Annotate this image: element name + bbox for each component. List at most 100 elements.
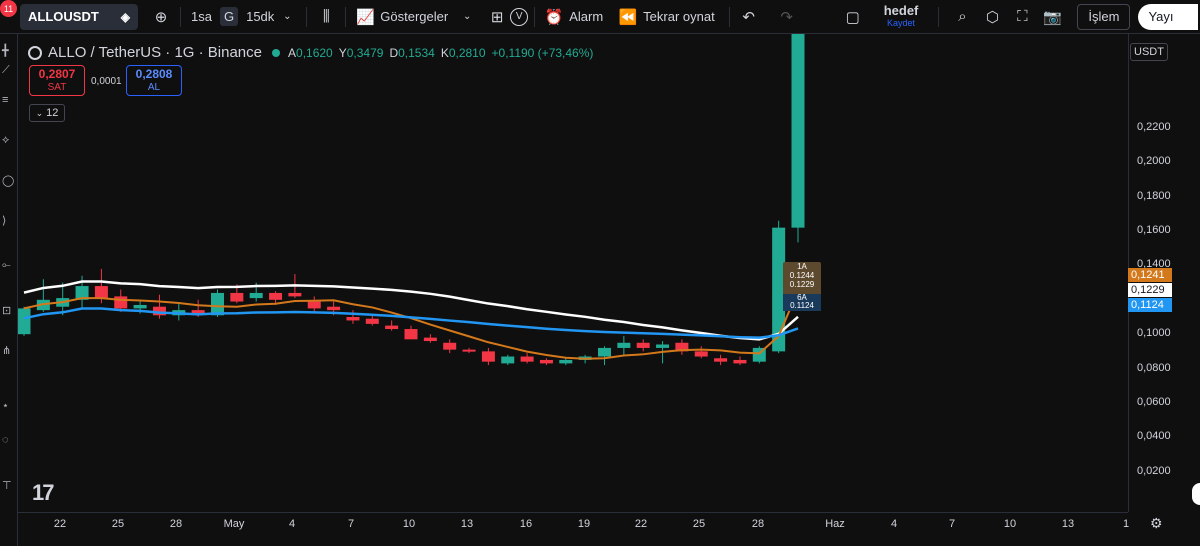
alarm-icon[interactable]: ⏰ xyxy=(541,4,567,30)
collapse-count: 12 xyxy=(46,107,59,119)
sell-button[interactable]: 0,2807 SAT xyxy=(29,65,85,96)
candle-body xyxy=(230,292,244,302)
camera-icon[interactable]: 📷 xyxy=(1039,4,1065,30)
indicators-icon[interactable]: 📈 xyxy=(352,4,378,30)
currency-selector[interactable]: USDT xyxy=(1130,43,1168,61)
tradingview-logo[interactable]: 17 xyxy=(32,480,55,506)
v-icon[interactable]: V xyxy=(510,7,529,26)
text-icon[interactable]: ◯ xyxy=(2,174,14,187)
magnet-icon[interactable]: ⋔ xyxy=(2,344,11,357)
ohlc-key-high: Y xyxy=(338,45,347,60)
interval-1d[interactable]: G xyxy=(219,7,239,26)
candle-body xyxy=(269,292,283,300)
time-tick: 19 xyxy=(577,518,591,530)
chevron-down-icon: ⌄ xyxy=(35,107,44,118)
crosshair-icon[interactable]: ╋ xyxy=(2,44,9,57)
price-label-blue: 0,1124 xyxy=(1128,298,1172,312)
time-tick: 7 xyxy=(347,518,355,530)
zoom-icon[interactable]: ⌕ xyxy=(949,4,975,30)
candle-type-icon[interactable]: ⫼ xyxy=(313,4,339,30)
eye-icon[interactable]: ◌ xyxy=(2,434,9,446)
zoom-tool-icon[interactable]: ⊡ xyxy=(2,304,11,317)
time-tick: 28 xyxy=(169,518,183,530)
symbol-search[interactable]: ALLOUSDT ◈ xyxy=(20,3,138,30)
alarm-button[interactable]: Alarm xyxy=(569,0,603,34)
price-chart[interactable] xyxy=(18,34,1128,512)
buy-label: AL xyxy=(147,81,161,93)
floating-action-button[interactable] xyxy=(1192,483,1200,505)
templates-icon[interactable]: ⊞ xyxy=(484,4,510,30)
price-tick: 0,2000 xyxy=(1137,155,1171,168)
candle-body xyxy=(423,337,437,342)
diamond-icon[interactable]: ◈ xyxy=(121,10,130,24)
trash-icon[interactable]: ⊤ xyxy=(2,479,12,492)
time-tick: 25 xyxy=(692,518,706,530)
layout-save-label: Kaydet xyxy=(887,17,916,28)
price-label-orange: 0,1241 xyxy=(1128,268,1172,282)
replay-button[interactable]: Tekrar oynat xyxy=(643,0,715,34)
interval-15m[interactable]: 15dk xyxy=(246,0,274,34)
lock-icon[interactable]: ⋆ xyxy=(2,399,9,412)
publish-button[interactable]: Yayı xyxy=(1138,3,1199,30)
trade-button[interactable]: İşlem xyxy=(1077,3,1131,30)
indicators-button[interactable]: Göstergeler xyxy=(380,0,448,34)
layout-square-icon[interactable]: ▢ xyxy=(840,4,866,30)
candle-body xyxy=(307,301,321,309)
candle-body xyxy=(327,306,341,311)
fib-icon[interactable]: ≡ xyxy=(2,94,8,106)
time-tick: 1 xyxy=(1122,518,1130,530)
candle-body xyxy=(18,308,31,335)
chart-pane[interactable] xyxy=(18,34,1128,512)
settings-icon[interactable]: ⬡ xyxy=(979,4,1005,30)
candle-body xyxy=(714,358,728,362)
layout-name[interactable]: hedef Kaydet xyxy=(884,4,919,29)
redo-icon[interactable]: ↷ xyxy=(774,4,800,30)
time-tick: 28 xyxy=(751,518,765,530)
ohlc-open: 0,1620 xyxy=(296,45,333,60)
ohlc-change: +0,1190 (+73,46%) xyxy=(491,45,594,60)
interval-1h[interactable]: 1sa xyxy=(191,0,212,34)
trendline-icon[interactable]: ⟋ xyxy=(2,64,10,77)
measure-icon[interactable]: ⟜ xyxy=(2,259,11,272)
candle-body xyxy=(636,342,650,348)
time-axis[interactable]: 22 25 28 May 4 7 10 13 16 19 22 25 28 Haz 4 7 10 13 1 xyxy=(18,512,1130,546)
price-tick: 0,1000 xyxy=(1137,327,1171,340)
candle-body xyxy=(211,292,224,316)
time-tick: 13 xyxy=(460,518,474,530)
candle-body xyxy=(346,317,360,321)
candle-body xyxy=(462,349,476,352)
notification-badge[interactable]: 11 xyxy=(0,0,17,17)
brush-icon[interactable]: ⟡ xyxy=(2,134,9,147)
chevron-down-icon[interactable]: ⌄ xyxy=(274,4,300,30)
undo-icon[interactable]: ↶ xyxy=(736,4,762,30)
candle-body xyxy=(385,325,399,330)
add-symbol-icon[interactable]: ⊕ xyxy=(148,4,174,30)
drawing-toolbar: ╋ ⟋ ≡ ⟡ ◯ ⟩ ⟜ ⊡ ⋔ ⋆ ◌ ⊤ xyxy=(0,34,18,546)
pattern-icon[interactable]: ⟩ xyxy=(2,214,6,227)
candle-body xyxy=(694,351,708,357)
replay-icon[interactable]: ⏪ xyxy=(615,4,641,30)
time-tick: 10 xyxy=(1003,518,1017,530)
buy-button[interactable]: 0,2808 AL xyxy=(126,65,182,96)
time-tick: 13 xyxy=(1061,518,1075,530)
gear-icon[interactable]: ⚙ xyxy=(1150,515,1163,532)
candle-body xyxy=(733,359,747,364)
candle-body xyxy=(94,286,108,299)
time-tick: 10 xyxy=(402,518,416,530)
time-tick: Haz xyxy=(825,518,845,530)
tooltip-line: 1A xyxy=(797,262,807,271)
indicators-collapse-button[interactable]: ⌄ 12 xyxy=(29,104,65,122)
candle-body xyxy=(404,329,418,340)
coin-icon xyxy=(28,45,42,60)
sell-label: SAT xyxy=(47,81,67,93)
time-tick: 4 xyxy=(288,518,296,530)
time-tick: May xyxy=(223,518,245,530)
chevron-down-icon[interactable]: ⌄ xyxy=(454,4,480,30)
symbol-name: ALLOUSDT xyxy=(28,9,99,24)
candle-body xyxy=(598,347,611,357)
candle-body xyxy=(617,342,631,348)
fullscreen-icon[interactable]: ⛶ xyxy=(1009,4,1035,30)
candle-body xyxy=(249,292,263,299)
candle-body xyxy=(133,304,147,309)
candle-body xyxy=(114,296,128,309)
